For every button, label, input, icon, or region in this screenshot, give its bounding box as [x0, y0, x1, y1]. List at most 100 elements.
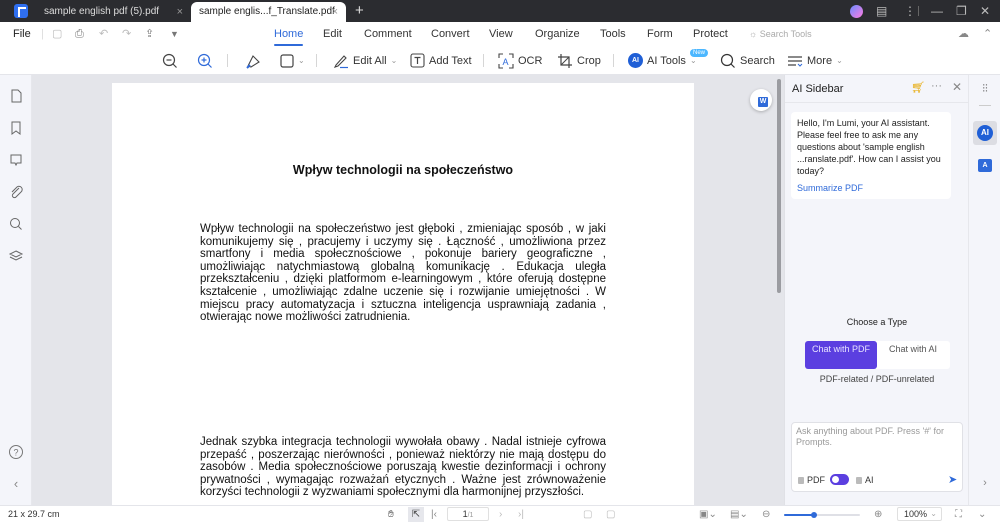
menu-tab-protect[interactable]: Protect: [693, 22, 728, 46]
summarize-pdf-link[interactable]: Summarize PDF: [797, 182, 945, 194]
translate-icon[interactable]: A: [978, 159, 992, 172]
search-button[interactable]: Search: [720, 46, 775, 75]
search-tools[interactable]: ☼ Search Tools: [749, 22, 812, 46]
ai-tools-label: AI Tools: [647, 54, 686, 67]
minimize-button[interactable]: —: [931, 0, 943, 22]
page-layout-icon[interactable]: ▤⌄: [730, 507, 748, 522]
ai-mode-option[interactable]: AI: [856, 475, 874, 485]
undo-icon[interactable]: ↶: [99, 22, 108, 46]
tab-document-1[interactable]: sample english pdf (5).pdf ×: [36, 2, 191, 22]
ai-tools-button[interactable]: AI AI Tools ⌄ New: [628, 46, 709, 75]
more-options-icon[interactable]: ⋮: [904, 0, 916, 22]
choose-type-label: Choose a Type: [846, 317, 908, 327]
page-number-input[interactable]: 1/1: [447, 507, 489, 521]
left-panel-rail: ? ‹: [0, 75, 32, 505]
single-page-view-icon[interactable]: ▢: [583, 507, 592, 522]
edit-all-label: Edit All: [353, 54, 387, 67]
layers-icon[interactable]: [8, 248, 24, 264]
zoom-out-button[interactable]: [162, 46, 178, 75]
rectangle-icon: [280, 53, 294, 68]
close-icon[interactable]: ✕: [952, 80, 962, 94]
two-page-view-icon[interactable]: ▢: [606, 507, 615, 522]
mode-toggle-switch[interactable]: [830, 474, 849, 485]
user-avatar[interactable]: [850, 5, 863, 18]
restore-button[interactable]: ❐: [956, 0, 967, 22]
page-thumbnail-icon[interactable]: [8, 88, 24, 104]
file-menu[interactable]: File: [13, 22, 31, 46]
add-text-button[interactable]: Add Text: [410, 46, 472, 75]
zoom-in-button[interactable]: [197, 46, 213, 75]
ai-sidebar-header: AI Sidebar 🛒︎ ··· ✕: [785, 75, 969, 103]
pdf-mode-label: PDF: [807, 475, 825, 485]
crop-button[interactable]: Crop: [557, 46, 601, 75]
svg-text:A: A: [503, 57, 509, 67]
convert-to-word-button[interactable]: [750, 89, 772, 111]
help-icon[interactable]: ?: [8, 444, 24, 460]
next-page-icon[interactable]: ›: [499, 507, 502, 522]
menu-tab-view[interactable]: View: [489, 22, 513, 46]
redo-icon[interactable]: ↷: [122, 22, 131, 46]
hand-tool-icon[interactable]: ✋︎: [388, 507, 394, 522]
bookmark-icon[interactable]: [8, 120, 24, 136]
close-window-button[interactable]: ✕: [980, 0, 990, 22]
more-options-icon[interactable]: ···: [931, 80, 942, 92]
menu-tab-home[interactable]: Home: [274, 22, 304, 46]
chat-input[interactable]: Ask anything about PDF. Press '#' for Pr…: [796, 426, 956, 448]
zoom-slider[interactable]: [784, 512, 860, 518]
more-button[interactable]: More ⌄: [787, 46, 843, 75]
cart-icon[interactable]: 🛒︎: [911, 81, 925, 94]
divider: [613, 54, 614, 67]
ocr-button[interactable]: A OCR: [498, 46, 542, 75]
customize-toolbar-icon[interactable]: ▼: [170, 22, 179, 46]
menu-lines-icon: [788, 55, 803, 67]
new-tab-button[interactable]: +: [355, 1, 364, 21]
zoom-level-dropdown[interactable]: 100% ⌄: [897, 507, 942, 521]
send-icon[interactable]: ➤: [948, 473, 957, 486]
properties-sliders-icon[interactable]: ⫶⫶: [977, 81, 993, 97]
chat-input-box[interactable]: Ask anything about PDF. Press '#' for Pr…: [791, 422, 963, 492]
shape-dropdown[interactable]: ⌄: [280, 46, 305, 75]
chat-with-pdf-option[interactable]: Chat with PDF: [805, 341, 877, 369]
last-page-icon[interactable]: ›|: [518, 507, 524, 522]
zoom-out-icon[interactable]: ⊖: [762, 507, 770, 522]
menu-tab-comment[interactable]: Comment: [364, 22, 412, 46]
close-tab-icon[interactable]: ×: [177, 2, 183, 22]
actual-size-icon[interactable]: ▣⌄: [699, 507, 717, 522]
comment-icon[interactable]: [8, 152, 24, 168]
select-tool-icon[interactable]: ⇱: [408, 507, 424, 522]
menu-tab-edit[interactable]: Edit: [323, 22, 342, 46]
text-box-icon: [410, 53, 425, 68]
menu-tab-convert[interactable]: Convert: [431, 22, 470, 46]
zoom-in-icon[interactable]: ⊕: [874, 507, 882, 522]
menu-tab-form[interactable]: Form: [647, 22, 673, 46]
menu-tab-organize[interactable]: Organize: [535, 22, 580, 46]
collapse-ribbon-icon[interactable]: ⌃: [983, 22, 992, 46]
ocr-scan-icon: A: [498, 52, 514, 69]
zoom-slider-handle[interactable]: [811, 512, 818, 518]
print-icon[interactable]: ⎙: [75, 22, 84, 46]
app-logo-icon: [14, 4, 28, 18]
cloud-upload-icon[interactable]: ☁: [958, 22, 969, 46]
collapse-panel-icon[interactable]: ‹: [8, 476, 24, 492]
add-text-label: Add Text: [429, 54, 472, 67]
share-icon[interactable]: ⇪: [145, 22, 154, 46]
save-icon[interactable]: ▢: [52, 22, 62, 46]
attachment-icon[interactable]: [8, 184, 24, 200]
new-badge: New: [690, 49, 709, 57]
ai-assistant-tab[interactable]: [973, 121, 997, 145]
search-icon[interactable]: [8, 216, 24, 232]
more-view-options-icon[interactable]: ⌄: [978, 507, 986, 522]
crop-icon: [558, 53, 572, 68]
close-tab-icon[interactable]: ×: [332, 2, 338, 22]
feedback-icon[interactable]: ▤: [876, 0, 887, 22]
menu-tab-tools[interactable]: Tools: [600, 22, 626, 46]
vertical-scrollbar[interactable]: [777, 79, 781, 293]
first-page-icon[interactable]: |‹: [431, 507, 437, 522]
edit-all-button[interactable]: Edit All ⌄: [333, 46, 397, 75]
tab-document-2[interactable]: sample englis...f_Translate.pdf ×: [191, 2, 346, 22]
highlight-button[interactable]: [245, 46, 261, 75]
chat-with-ai-option[interactable]: Chat with AI: [877, 341, 949, 369]
pdf-mode-option[interactable]: PDF: [798, 475, 825, 485]
fullscreen-icon[interactable]: ⛶: [955, 507, 962, 522]
expand-panel-icon[interactable]: ›: [977, 475, 993, 491]
